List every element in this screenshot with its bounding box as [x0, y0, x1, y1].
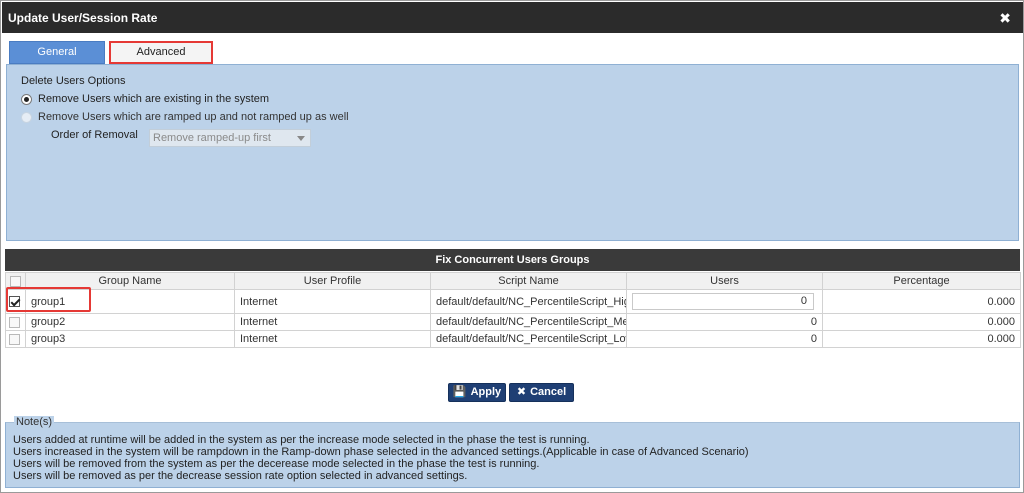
percentage: 0.000 — [822, 289, 1021, 314]
row-checkbox-cell[interactable] — [5, 289, 26, 314]
select-all-cell[interactable] — [5, 272, 26, 290]
note-line: Users increased in the system will be ra… — [13, 446, 749, 458]
percentage: 0.000 — [822, 313, 1021, 331]
x-icon: ✖ — [516, 386, 527, 398]
row-checkbox-cell[interactable] — [5, 330, 26, 348]
table-row[interactable]: group3 Internet default/default/NC_Perce… — [5, 330, 1021, 348]
table-header-row: Group Name User Profile Script Name User… — [5, 272, 1021, 290]
users-cell[interactable]: 0 — [626, 289, 823, 314]
note-line: Users added at runtime will be added in … — [13, 434, 590, 446]
users-value[interactable]: 0 — [626, 313, 823, 331]
cancel-label: Cancel — [530, 386, 567, 398]
note-line: Users will be removed as per the decreas… — [13, 470, 468, 482]
table-row[interactable]: group2 Internet default/default/NC_Perce… — [5, 313, 1021, 331]
user-profile: Internet — [234, 313, 431, 331]
groups-table-title: Fix Concurrent Users Groups — [5, 249, 1020, 271]
row-checkbox[interactable] — [9, 296, 20, 308]
order-of-removal-select[interactable]: Remove ramped-up first — [149, 129, 311, 147]
col-users: Users — [626, 272, 823, 290]
row-checkbox[interactable] — [9, 316, 20, 328]
tab-general-settings[interactable]: General Settings — [9, 41, 105, 79]
general-settings-panel: Delete Users Options Remove Users which … — [6, 64, 1019, 241]
dialog-window: Update User/Session Rate ✖ General Setti… — [0, 0, 1024, 493]
col-script-name: Script Name — [430, 272, 627, 290]
script-name: default/default/NC_PercentileScript_LowP — [430, 330, 627, 348]
script-name: default/default/NC_PercentileScript_MedP — [430, 313, 627, 331]
group-name: group2 — [25, 313, 235, 331]
user-profile: Internet — [234, 289, 431, 314]
percentage: 0.000 — [822, 330, 1021, 348]
option-remove-existing[interactable]: Remove Users which are existing in the s… — [21, 93, 269, 105]
col-user-profile: User Profile — [234, 272, 431, 290]
order-of-removal-value: Remove ramped-up first — [153, 132, 271, 144]
tab-advanced-settings[interactable]: Advanced Settings — [109, 41, 213, 77]
user-profile: Internet — [234, 330, 431, 348]
order-of-removal-label: Order of Removal — [51, 129, 138, 141]
option-remove-ramped[interactable]: Remove Users which are ramped up and not… — [21, 111, 349, 123]
delete-users-heading: Delete Users Options — [21, 75, 126, 87]
title-bar: Update User/Session Rate ✖ — [2, 2, 1023, 33]
radio-remove-existing[interactable] — [21, 93, 32, 105]
cancel-button[interactable]: ✖ Cancel — [509, 383, 574, 402]
apply-label: Apply — [470, 386, 502, 398]
col-group-name: Group Name — [25, 272, 235, 290]
col-percentage: Percentage — [822, 272, 1021, 290]
notes-panel: Note(s) Users added at runtime will be a… — [5, 416, 1020, 488]
note-line: Users will be removed from the system as… — [13, 458, 540, 470]
groups-table: Group Name User Profile Script Name User… — [5, 272, 1021, 348]
apply-button[interactable]: 💾 Apply — [448, 383, 506, 402]
option-remove-ramped-label: Remove Users which are ramped up and not… — [38, 111, 349, 123]
save-icon: 💾 — [452, 386, 467, 398]
close-icon[interactable]: ✖ — [999, 10, 1011, 27]
notes-title: Note(s) — [14, 416, 55, 428]
group-name: group1 — [25, 289, 235, 314]
script-name: default/default/NC_PercentileScript_High — [430, 289, 627, 314]
users-value[interactable]: 0 — [626, 330, 823, 348]
table-row[interactable]: group1 Internet default/default/NC_Perce… — [5, 289, 1021, 314]
dialog-title: Update User/Session Rate — [8, 11, 158, 25]
row-checkbox[interactable] — [9, 333, 20, 345]
select-all-checkbox[interactable] — [10, 275, 21, 287]
chevron-down-icon — [297, 136, 305, 141]
radio-remove-ramped[interactable] — [21, 111, 32, 123]
users-input[interactable]: 0 — [632, 293, 814, 310]
group-name: group3 — [25, 330, 235, 348]
option-remove-existing-label: Remove Users which are existing in the s… — [38, 93, 270, 105]
row-checkbox-cell[interactable] — [5, 313, 26, 331]
